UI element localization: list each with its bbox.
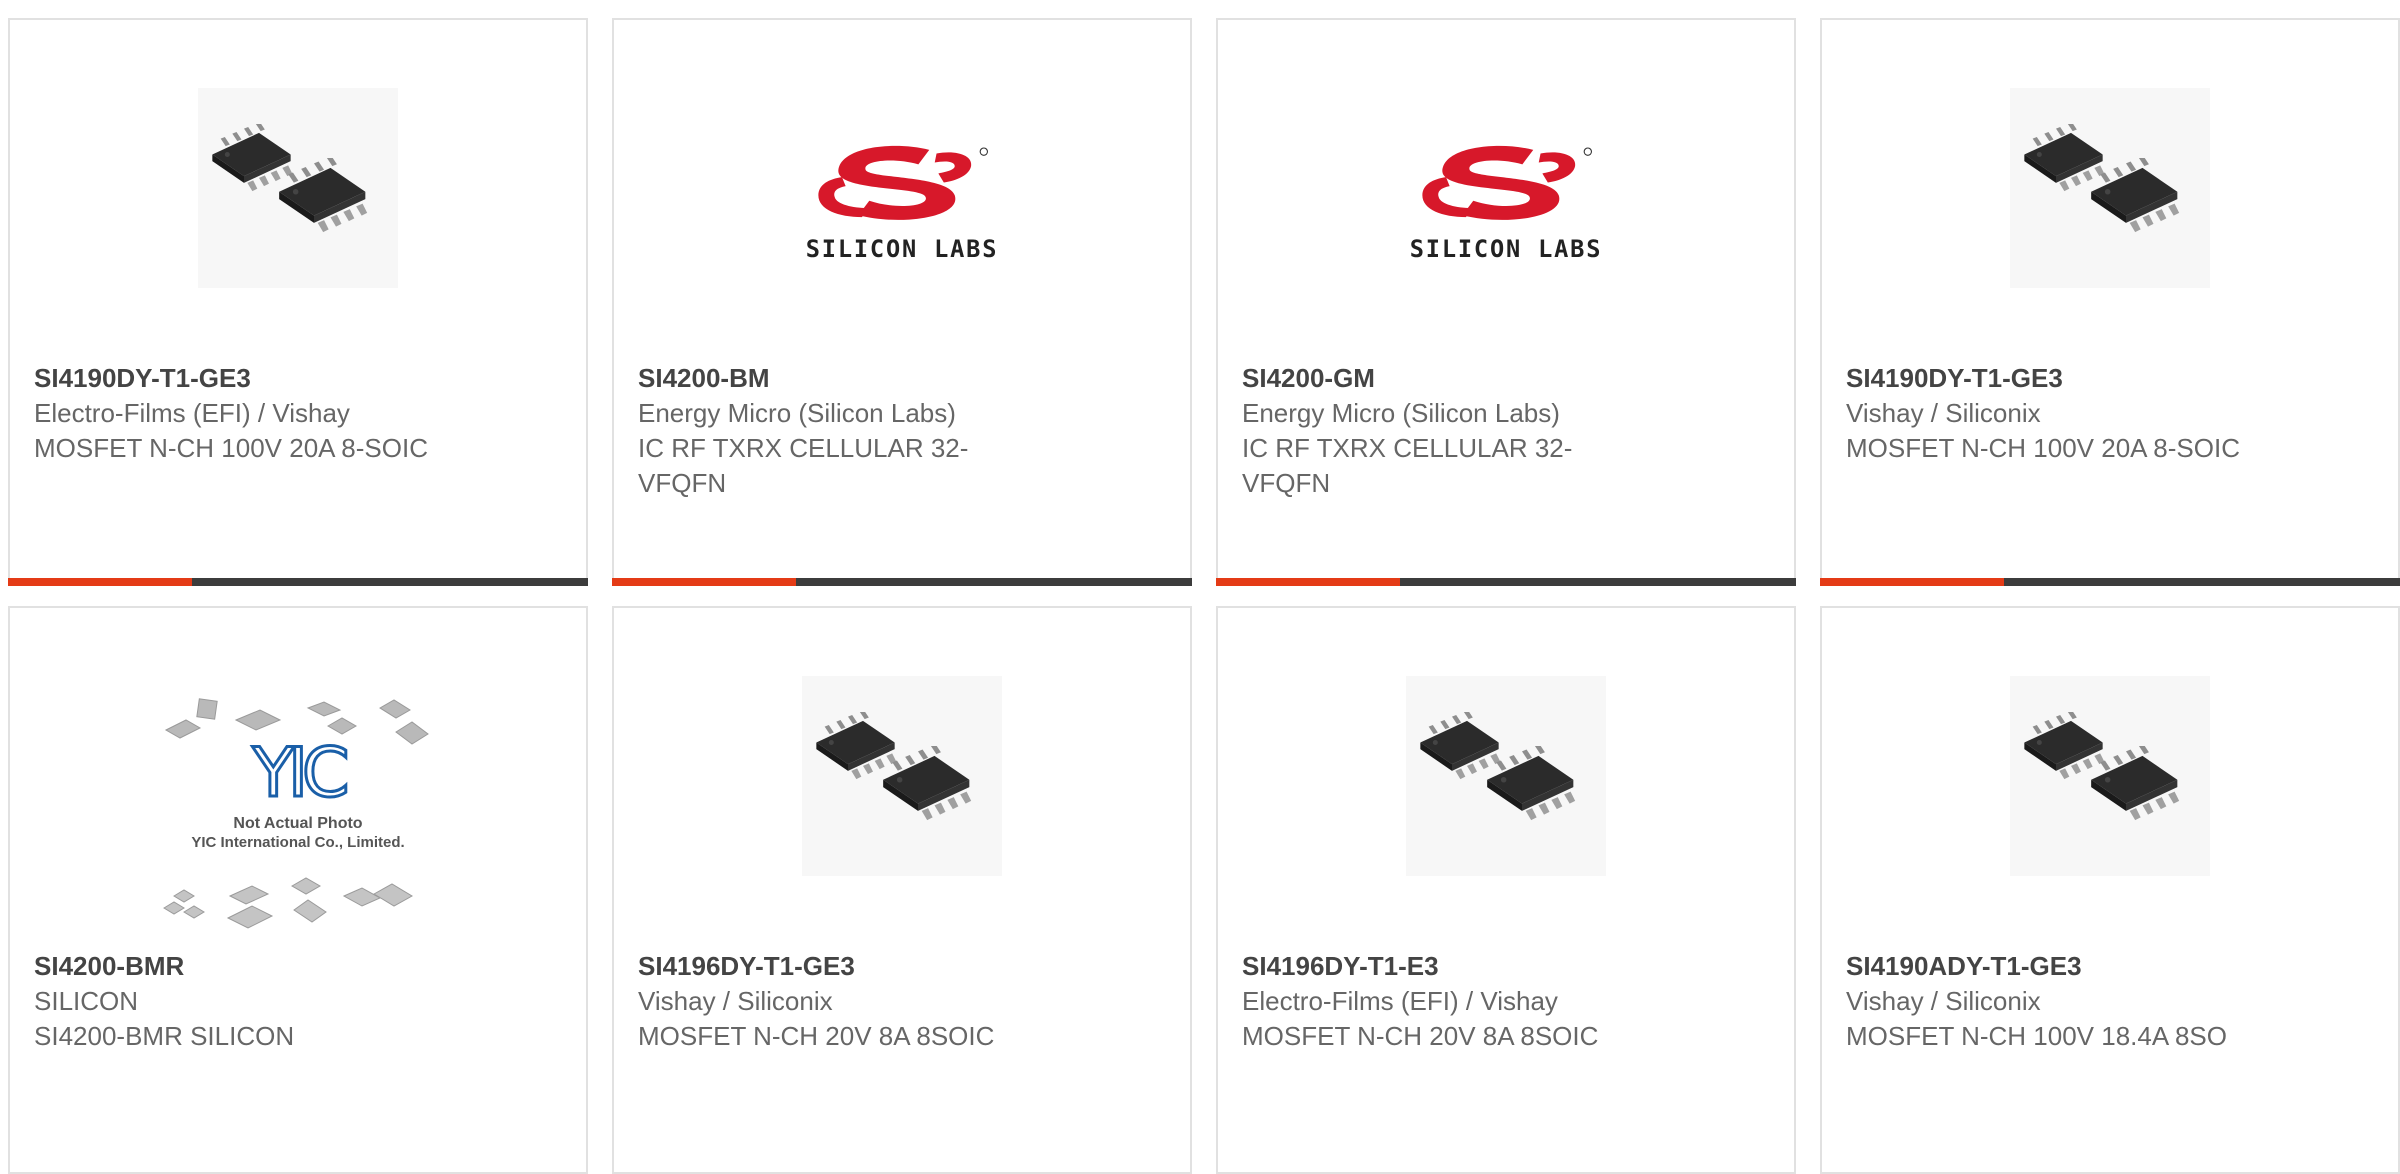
manufacturer: Vishay / Siliconix — [638, 986, 833, 1016]
manufacturer: Vishay / Siliconix — [1846, 398, 2041, 428]
product-description: MOSFET N-CH 20V 8A 8SOIC — [1242, 1021, 1599, 1051]
product-card[interactable]: SI4196DY-T1-E3 Electro-Films (EFI) / Vis… — [1216, 606, 1796, 1174]
product-description: MOSFET N-CH 100V 20A 8-SOIC — [34, 433, 428, 463]
manufacturer: Electro-Films (EFI) / Vishay — [1242, 986, 1558, 1016]
card-hover-bar — [8, 578, 588, 586]
product-description: IC RF TXRX CELLULAR 32-VFQFN — [638, 433, 969, 498]
silicon-labs-logo-icon: SILICON LABS — [806, 145, 999, 263]
svg-text:SILICON LABS: SILICON LABS — [806, 235, 999, 263]
silicon-labs-logo-icon: SILICON LABS — [1410, 145, 1603, 263]
yic-placeholder-icon: YIC Not Actual Photo YIC International C… — [163, 698, 429, 929]
part-number[interactable]: SI4200-GM — [1242, 360, 1642, 396]
product-image[interactable] — [2010, 676, 2210, 876]
part-number[interactable]: SI4196DY-T1-GE3 — [638, 948, 1038, 984]
product-card[interactable]: YIC Not Actual Photo YIC International C… — [8, 606, 588, 1174]
chip-icon — [198, 88, 398, 288]
product-description: SI4200-BMR SILICON — [34, 1021, 295, 1051]
product-card[interactable]: SI4190DY-T1-GE3 Vishay / Siliconix MOSFE… — [1820, 18, 2400, 586]
card-hover-bar — [612, 578, 1192, 586]
product-card[interactable]: SI4190ADY-T1-GE3 Vishay / Siliconix MOSF… — [1820, 606, 2400, 1174]
part-number[interactable]: SI4200-BM — [638, 360, 1038, 396]
part-number[interactable]: SI4190DY-T1-GE3 — [34, 360, 434, 396]
product-description: MOSFET N-CH 100V 18.4A 8SO — [1846, 1021, 2227, 1051]
product-card[interactable]: SI4190DY-T1-GE3 Electro-Films (EFI) / Vi… — [8, 18, 588, 586]
card-hover-bar — [1216, 578, 1796, 586]
manufacturer: Energy Micro (Silicon Labs) — [638, 398, 956, 428]
chip-icon — [1406, 676, 1606, 876]
svg-text:YIC: YIC — [251, 734, 346, 813]
manufacturer: Energy Micro (Silicon Labs) — [1242, 398, 1560, 428]
product-image[interactable] — [1406, 676, 1606, 876]
product-image[interactable] — [802, 676, 1002, 876]
manufacturer: Vishay / Siliconix — [1846, 986, 2041, 1016]
part-number[interactable]: SI4196DY-T1-E3 — [1242, 948, 1642, 984]
product-image[interactable]: SILICON LABS — [802, 88, 1002, 288]
manufacturer: SILICON — [34, 986, 139, 1016]
product-card[interactable]: SI4196DY-T1-GE3 Vishay / Siliconix MOSFE… — [612, 606, 1192, 1174]
card-hover-bar — [1820, 578, 2400, 586]
chip-icon — [2010, 676, 2210, 876]
part-number[interactable]: SI4190ADY-T1-GE3 — [1846, 948, 2246, 984]
part-number[interactable]: SI4200-BMR — [34, 948, 434, 984]
product-image[interactable]: YIC Not Actual Photo YIC International C… — [158, 696, 438, 936]
chip-icon — [802, 676, 1002, 876]
svg-text:SILICON LABS: SILICON LABS — [1410, 235, 1603, 263]
product-grid: SI4190DY-T1-GE3 Electro-Films (EFI) / Vi… — [8, 18, 2400, 1174]
svg-text:YIC International Co., Limited: YIC International Co., Limited. — [191, 834, 404, 851]
product-image[interactable]: SILICON LABS — [1406, 88, 1606, 288]
manufacturer: Electro-Films (EFI) / Vishay — [34, 398, 350, 428]
part-number[interactable]: SI4190DY-T1-GE3 — [1846, 360, 2246, 396]
product-card[interactable]: SILICON LABS SI4200-BM Energy Micro (Sil… — [612, 18, 1192, 586]
product-image[interactable] — [198, 88, 398, 288]
product-card[interactable]: SILICON LABS SI4200-GM Energy Micro (Sil… — [1216, 18, 1796, 586]
svg-text:Not Actual Photo: Not Actual Photo — [233, 815, 362, 832]
product-description: IC RF TXRX CELLULAR 32-VFQFN — [1242, 433, 1573, 498]
chip-icon — [2010, 88, 2210, 288]
product-description: MOSFET N-CH 100V 20A 8-SOIC — [1846, 433, 2240, 463]
product-description: MOSFET N-CH 20V 8A 8SOIC — [638, 1021, 995, 1051]
product-image[interactable] — [2010, 88, 2210, 288]
